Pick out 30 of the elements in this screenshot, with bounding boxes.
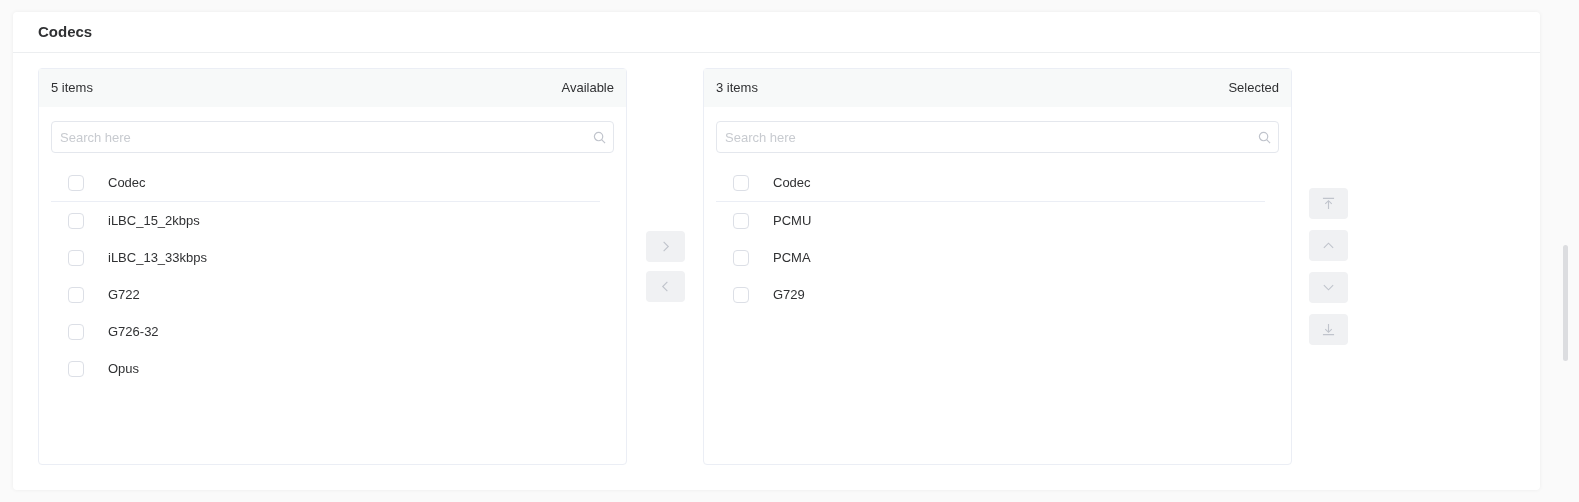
search-icon [1258,131,1271,144]
section-title: Codecs [38,21,93,42]
checkbox[interactable] [733,249,749,266]
list-item-label[interactable]: iLBC_13_33kbps [108,247,208,268]
checkbox[interactable] [68,249,84,266]
list-item-label[interactable]: G722 [108,284,140,305]
list-item-label[interactable]: G729 [773,284,805,305]
scrollbar[interactable] [1563,245,1568,361]
list-item-label[interactable]: PCMU [773,210,812,231]
list-label: Selected [1228,79,1279,98]
search-icon [593,131,606,144]
list-item-label[interactable]: PCMA [773,247,811,268]
checkbox[interactable] [68,360,84,377]
list-item-label[interactable]: Opus [108,358,140,379]
checkbox[interactable] [733,212,749,229]
checkbox[interactable] [68,286,84,303]
list-item-label[interactable]: iLBC_15_2kbps [108,210,200,231]
column-header: Codec [773,174,811,193]
column-header: Codec [108,174,146,193]
checkbox[interactable] [733,175,749,191]
arrow-to-top-icon [1321,197,1335,210]
checkbox[interactable] [68,212,84,229]
item-count: 5 items [51,79,93,98]
checkbox[interactable] [68,175,84,191]
list-label: Available [561,79,614,98]
checkbox[interactable] [733,286,749,303]
checkbox[interactable] [68,323,84,340]
item-count: 3 items [716,79,758,98]
list-item-label[interactable]: G726-32 [108,321,159,342]
arrow-to-bottom-icon [1321,323,1335,336]
